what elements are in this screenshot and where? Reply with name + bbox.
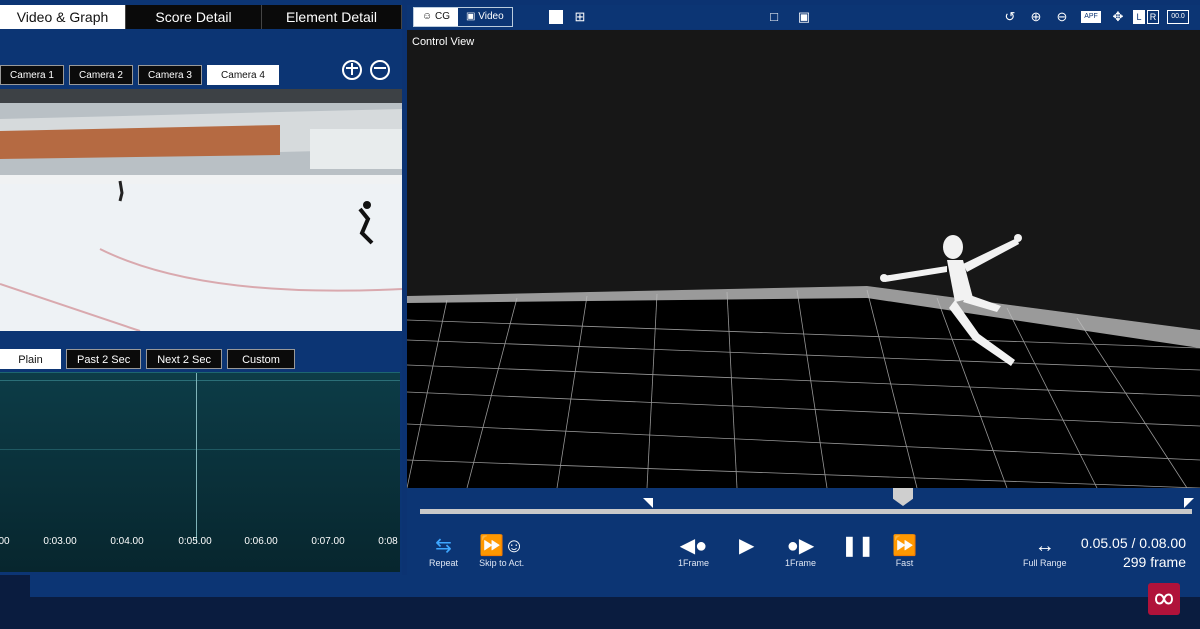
- infinity-logo-icon: [1154, 593, 1174, 605]
- range-start-marker[interactable]: [643, 498, 653, 508]
- time-tick: 0:03.00: [43, 536, 77, 547]
- zoom-out-icon[interactable]: [370, 60, 390, 80]
- cg-view-button[interactable]: ☺ CG: [414, 8, 458, 26]
- apf-button[interactable]: APF: [1081, 11, 1101, 23]
- pause-icon: ❚❚: [841, 535, 875, 557]
- tab-camera-1[interactable]: Camera 1: [0, 65, 64, 85]
- tab-plain[interactable]: Plain: [0, 349, 61, 369]
- tab-score-detail[interactable]: Score Detail: [126, 5, 262, 29]
- tab-next-2-sec[interactable]: Next 2 Sec: [146, 349, 223, 369]
- zoom-in-icon[interactable]: ⊕: [1027, 8, 1045, 26]
- tab-element-detail[interactable]: Element Detail: [262, 5, 402, 29]
- repeat-icon: ⇆: [435, 535, 452, 557]
- view-mode-toggle: ☺ CG ▣ Video: [413, 7, 513, 27]
- playhead[interactable]: [893, 488, 913, 506]
- tab-video-graph[interactable]: Video & Graph: [0, 5, 126, 29]
- camera-tabs: Camera 1 Camera 2 Camera 3 Camera 4: [0, 65, 279, 85]
- repeat-button[interactable]: ⇆ Repeat: [429, 534, 458, 568]
- graph-range-tabs: Plain Past 2 Sec Next 2 Sec Custom: [0, 349, 296, 369]
- frame-counter-button[interactable]: 00.0: [1167, 10, 1189, 24]
- graph-gridline: [0, 380, 400, 381]
- app-window: Video & Graph Score Detail Element Detai…: [0, 0, 1200, 629]
- tab-custom[interactable]: Custom: [227, 349, 296, 369]
- step-back-icon: ◀●: [679, 535, 708, 557]
- rotate-reset-icon[interactable]: ↺: [1001, 8, 1019, 26]
- tab-camera-2[interactable]: Camera 2: [69, 65, 133, 85]
- full-range-label: Full Range: [1023, 558, 1067, 568]
- display-icon[interactable]: ▣: [795, 8, 813, 26]
- time-readout: 0.05.05 / 0.08.00: [1080, 535, 1186, 551]
- step-back-button[interactable]: ◀● 1Frame: [678, 534, 709, 568]
- rink-video-image: [0, 89, 402, 331]
- time-tick: 0:04.00: [110, 536, 144, 547]
- full-range-icon: ↔: [1034, 535, 1055, 557]
- step-back-label: 1Frame: [678, 558, 710, 568]
- tab-camera-3[interactable]: Camera 3: [138, 65, 202, 85]
- view-toolbar: ☺ CG ▣ Video ⊞ □ ▣ ↺ ⊕ ⊖ APF ✥ L R 00.0: [407, 5, 1200, 29]
- step-forward-icon: ●▶: [786, 535, 815, 557]
- skeleton-icon[interactable]: ✥: [1109, 8, 1127, 26]
- right-panel: ☺ CG ▣ Video ⊞ □ ▣ ↺ ⊕ ⊖ APF ✥ L R 00.0: [407, 0, 1200, 575]
- main-tabs: Video & Graph Score Detail Element Detai…: [0, 5, 402, 29]
- graph-gridline: [0, 449, 400, 450]
- range-end-marker[interactable]: [1184, 498, 1194, 508]
- single-view-icon[interactable]: [547, 8, 565, 26]
- left-side-button[interactable]: L: [1133, 10, 1145, 24]
- tab-camera-4[interactable]: Camera 4: [207, 65, 279, 85]
- step-forward-button[interactable]: ●▶ 1Frame: [785, 534, 816, 568]
- tab-past-2-sec[interactable]: Past 2 Sec: [66, 349, 142, 369]
- cg-3d-view[interactable]: Control View: [407, 30, 1200, 488]
- time-tick: 0:06.00: [244, 536, 278, 547]
- play-icon: ▶: [739, 535, 755, 557]
- time-tick: 0:08: [378, 536, 398, 547]
- graph-cursor-line[interactable]: [196, 373, 197, 543]
- video-zoom-controls: [342, 60, 390, 80]
- fast-label: Fast: [895, 558, 914, 568]
- timeline-graph[interactable]: 00 0:03.00 0:04.00 0:05.00 0:06.00 0:07.…: [0, 372, 400, 572]
- fast-button[interactable]: ⏩ Fast: [892, 534, 917, 568]
- camera-video-feed[interactable]: [0, 89, 402, 331]
- video-label: Video: [478, 11, 504, 22]
- left-panel: Video & Graph Score Detail Element Detai…: [0, 0, 402, 575]
- step-forward-label: 1Frame: [785, 558, 817, 568]
- bottom-bar: [0, 575, 1200, 629]
- zoom-in-icon[interactable]: [342, 60, 362, 80]
- grid-view-icon[interactable]: ⊞: [571, 8, 589, 26]
- timeline-track[interactable]: [420, 509, 1192, 514]
- skip-to-act-button[interactable]: ⏩☺ Skip to Act.: [479, 534, 524, 568]
- zoom-out-icon[interactable]: ⊖: [1053, 8, 1071, 26]
- repeat-label: Repeat: [429, 558, 459, 568]
- skip-to-act-icon: ⏩☺: [479, 535, 525, 557]
- cg-label: CG: [435, 11, 450, 22]
- view-label: Control View: [412, 36, 475, 48]
- time-tick: 0:07.00: [311, 536, 345, 547]
- playback-controls: ⇆ Repeat ⏩☺ Skip to Act. ◀● 1Frame ▶ ●▶ …: [407, 488, 1200, 575]
- right-side-button[interactable]: R: [1147, 10, 1159, 24]
- full-range-button[interactable]: ↔ Full Range: [1023, 534, 1067, 568]
- time-tick: 0:05.00: [178, 536, 212, 547]
- screen-annotate-icon[interactable]: □: [765, 8, 783, 26]
- play-button[interactable]: ▶: [739, 534, 754, 558]
- time-tick: 00: [0, 536, 10, 547]
- cg-scene: [407, 234, 1200, 488]
- fast-forward-icon: ⏩: [892, 535, 917, 557]
- status-strip: [30, 575, 1200, 597]
- brand-logo: [1148, 583, 1180, 615]
- skip-to-act-label: Skip to Act.: [479, 558, 525, 568]
- pause-button[interactable]: ❚❚: [841, 534, 875, 558]
- video-view-button[interactable]: ▣ Video: [458, 8, 512, 26]
- frame-readout: 299 frame: [1122, 554, 1186, 570]
